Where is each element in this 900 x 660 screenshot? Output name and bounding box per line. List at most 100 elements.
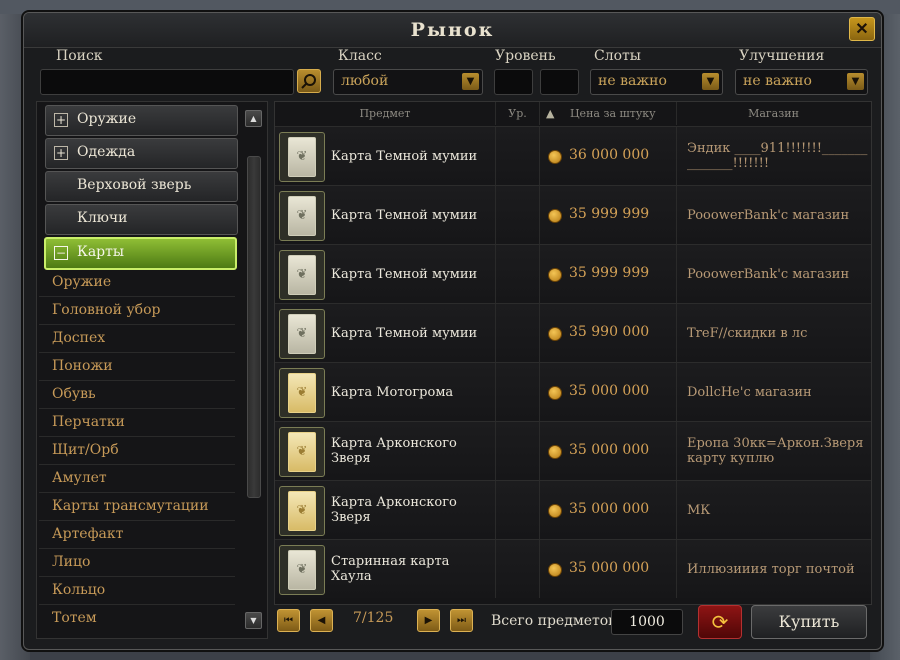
shop-name: PooowerBank'с магазин: [687, 207, 850, 223]
market-row[interactable]: ❦ Карта Арконского Зверя 35 000 000 Еропа 3…: [275, 421, 871, 480]
last-page-button[interactable]: ⏭: [450, 609, 473, 632]
category-cards[interactable]: − Карты: [44, 237, 237, 270]
market-row[interactable]: ❦ Старинная карта Хаула 35 000 000 Иллюзиии…: [275, 539, 871, 598]
price-cell: 35 990 000: [540, 304, 677, 362]
category-panel: + Оружие + Одежда Верховой зверь Ключи −…: [36, 101, 268, 639]
level-cell: [496, 127, 540, 185]
card-item-icon: ❦: [279, 427, 325, 477]
price-cell: 35 000 000: [540, 540, 677, 598]
category-label: Ключи: [77, 210, 128, 226]
item-cell: ❦ Карта Арконского Зверя: [275, 481, 496, 539]
window-titlebar[interactable]: Рынок ✕: [24, 13, 881, 48]
gold-coin-icon: [548, 209, 562, 223]
search-button[interactable]: [297, 69, 321, 93]
subcategory-label: Обувь: [52, 386, 96, 402]
subcategory-item[interactable]: Тотем: [39, 605, 235, 632]
category-keys[interactable]: Ключи: [45, 204, 238, 235]
category-mounts[interactable]: Верховой зверь: [45, 171, 238, 202]
subcategory-item[interactable]: Головной убор: [39, 297, 235, 325]
gold-coin-icon: [548, 268, 562, 282]
column-header-price[interactable]: ▲ Цена за штуку: [540, 102, 677, 125]
shop-name: Эндик ____911!!!!!!!______________!!!!!!…: [687, 141, 868, 171]
category-clothes[interactable]: + Одежда: [45, 138, 238, 169]
upgrades-dropdown[interactable]: не важно ▼: [735, 69, 868, 95]
subcategory-item[interactable]: Артефакт: [39, 521, 235, 549]
prev-page-button[interactable]: ◀: [310, 609, 333, 632]
level-min-input[interactable]: [494, 69, 533, 95]
market-row[interactable]: ❦ Карта Арконского Зверя 35 000 000 МК: [275, 480, 871, 539]
category-label: Карты: [77, 244, 125, 260]
subcategory-item[interactable]: Лицо: [39, 549, 235, 577]
subcategory-item[interactable]: Перчатки: [39, 409, 235, 437]
total-items-value: 1000: [611, 609, 683, 635]
chevron-down-icon: ▼: [462, 73, 479, 90]
level-max-input[interactable]: [540, 69, 579, 95]
subcategory-item[interactable]: Доспех: [39, 325, 235, 353]
card-item-icon: ❦: [279, 191, 325, 241]
item-price: 36 000 000: [569, 147, 650, 163]
close-button[interactable]: ✕: [849, 17, 875, 41]
window-title: Рынок: [410, 19, 495, 41]
subcategory-label: Щит/Орб: [52, 442, 119, 458]
slots-dropdown[interactable]: не важно ▼: [590, 69, 723, 95]
market-row[interactable]: ❦ Карта Темной мумии 36 000 000 Эндик ____9…: [275, 126, 871, 185]
subcategory-item[interactable]: Карты трансмутации: [39, 493, 235, 521]
column-header-shop[interactable]: Магазин: [677, 102, 870, 125]
next-page-button[interactable]: ▶: [417, 609, 440, 632]
expand-icon: +: [54, 113, 68, 127]
item-name: Карта Темной мумии: [331, 325, 478, 341]
shop-cell: PooowerBank'с магазин: [677, 245, 870, 303]
category-label: Одежда: [77, 144, 136, 160]
shop-cell: Еропа 30кк=Аркон.Зверя карту куплю: [677, 422, 870, 480]
item-name: Старинная карта Хаула: [331, 554, 450, 584]
buy-button[interactable]: Купить: [751, 605, 867, 639]
level-cell: [496, 245, 540, 303]
shop-cell: Эндик ____911!!!!!!!______________!!!!!!…: [677, 127, 870, 185]
column-header-item[interactable]: Предмет: [275, 102, 496, 125]
market-row[interactable]: ❦ Карта Мотогрома 35 000 000 DollcHe'с мага…: [275, 362, 871, 421]
subcategory-item[interactable]: Амулет: [39, 465, 235, 493]
shop-cell: PooowerBank'с магазин: [677, 186, 870, 244]
market-row[interactable]: ❦ Карта Темной мумии 35 999 999 PooowerBank…: [275, 185, 871, 244]
subcategory-item[interactable]: Оружие: [39, 269, 235, 297]
subcategory-label: Доспех: [52, 330, 106, 346]
refresh-button[interactable]: ⟳: [698, 605, 742, 639]
subcategory-label: Тотем: [52, 610, 97, 626]
subcategory-label: Лицо: [52, 554, 91, 570]
category-label: Верховой зверь: [77, 177, 192, 193]
category-weapons[interactable]: + Оружие: [45, 105, 238, 136]
price-cell: 35 000 000: [540, 363, 677, 421]
level-cell: [496, 363, 540, 421]
refresh-icon: ⟳: [711, 610, 729, 634]
search-label: Поиск: [56, 48, 103, 64]
slots-value: не важно: [598, 73, 667, 89]
shop-name: TreF//скидки в лс: [687, 325, 808, 341]
card-item-icon: ❦: [279, 545, 325, 595]
column-header-level[interactable]: Ур.: [496, 102, 540, 125]
upgrades-value: не важно: [743, 73, 812, 89]
subcategory-item[interactable]: Кольцо: [39, 577, 235, 605]
search-input[interactable]: [40, 69, 294, 95]
class-dropdown[interactable]: любой ▼: [333, 69, 483, 95]
price-cell: 35 999 999: [540, 186, 677, 244]
first-page-button[interactable]: ⏮: [277, 609, 300, 632]
scroll-thumb[interactable]: [247, 156, 261, 498]
item-name: Карта Темной мумии: [331, 148, 478, 164]
category-scrollbar[interactable]: ▲ ▼: [245, 106, 262, 632]
search-icon: [301, 74, 316, 89]
subcategory-item[interactable]: Обувь: [39, 381, 235, 409]
subcategory-label: Перчатки: [52, 414, 125, 430]
subcategory-item[interactable]: Щит/Орб: [39, 437, 235, 465]
gold-coin-icon: [548, 150, 562, 164]
gold-coin-icon: [548, 445, 562, 459]
scroll-down-button[interactable]: ▼: [245, 612, 262, 629]
class-value: любой: [341, 73, 389, 89]
scroll-up-button[interactable]: ▲: [245, 110, 262, 127]
subcategory-item[interactable]: Поножи: [39, 353, 235, 381]
market-row[interactable]: ❦ Карта Темной мумии 35 990 000 TreF//скидк…: [275, 303, 871, 362]
item-price: 35 000 000: [569, 383, 650, 399]
page-indicator: 7/125: [353, 610, 394, 626]
gold-coin-icon: [548, 386, 562, 400]
market-row[interactable]: ❦ Карта Темной мумии 35 999 999 PooowerBank…: [275, 244, 871, 303]
item-cell: ❦ Карта Темной мумии: [275, 245, 496, 303]
